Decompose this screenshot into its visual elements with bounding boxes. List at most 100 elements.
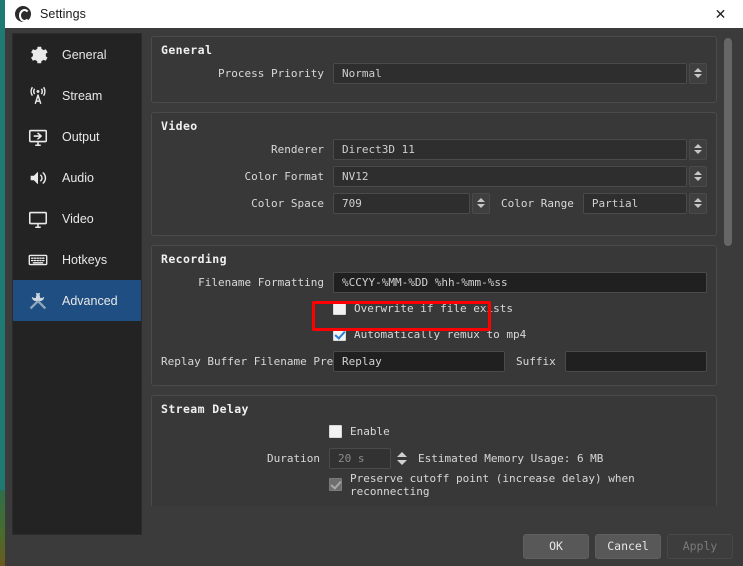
chevron-down-icon (694, 150, 702, 154)
renderer-value: Direct3D 11 (342, 142, 415, 156)
row-process-priority: Process Priority Normal (161, 62, 707, 84)
filename-formatting-label: Filename Formatting (198, 275, 324, 289)
stream-delay-enable-label: Enable (350, 425, 390, 438)
color-space-spinner[interactable] (472, 192, 490, 214)
sidebar-item-label: Video (62, 211, 94, 226)
suffix-label: Suffix (516, 354, 556, 368)
row-preserve-cutoff: Preserve cutoff point (increase delay) w… (161, 471, 707, 498)
sidebar-item-output[interactable]: Output (13, 116, 141, 157)
group-title: Video (161, 119, 198, 133)
estimated-memory-usage-text: Estimated Memory Usage: 6 MB (418, 451, 604, 465)
process-priority-spinner[interactable] (689, 62, 707, 84)
filename-formatting-value: %CCYY-%MM-%DD %hh-%mm-%ss (342, 275, 508, 289)
color-space-combo[interactable]: 709 (333, 192, 470, 214)
window-title: Settings (40, 7, 86, 21)
replay-prefix-input[interactable]: Replay (333, 350, 505, 372)
color-range-spinner[interactable] (689, 192, 707, 214)
sidebar-item-hotkeys[interactable]: Hotkeys (13, 239, 141, 280)
obs-logo-icon (15, 6, 31, 22)
overwrite-checkbox[interactable] (333, 302, 346, 315)
stream-delay-enable-checkbox[interactable] (329, 425, 342, 438)
row-color-format: Color Format NV12 (161, 165, 707, 187)
chevron-down-icon (694, 74, 702, 78)
row-renderer: Renderer Direct3D 11 (161, 138, 707, 160)
sidebar-item-audio[interactable]: Audio (13, 157, 141, 198)
suffix-input[interactable] (564, 350, 707, 372)
overwrite-label: Overwrite if file exists (354, 302, 513, 315)
gear-icon (24, 42, 52, 68)
row-duration: Duration 20 s Estimated Memory Usage: 6 … (161, 447, 707, 469)
settings-window: Settings ✕ General Stream Output Audio V… (0, 0, 743, 566)
row-auto-remux: Automatically remux to mp4 (161, 324, 707, 345)
sidebar-item-label: Audio (62, 170, 94, 185)
settings-sidebar: General Stream Output Audio Video Hotkey… (12, 33, 142, 535)
group-video: Video Renderer Direct3D 11 Color Format … (151, 112, 717, 236)
settings-scrollbar-thumb[interactable] (724, 38, 732, 246)
keyboard-icon (24, 247, 52, 273)
color-format-spinner[interactable] (689, 165, 707, 187)
monitor-arrow-icon (24, 124, 52, 150)
sidebar-item-general[interactable]: General (13, 34, 141, 75)
sidebar-item-advanced[interactable]: Advanced (13, 280, 141, 321)
chevron-up-icon (694, 68, 702, 72)
row-replay-prefix: Replay Buffer Filename Prefix Replay Suf… (161, 350, 707, 372)
group-title: General (161, 43, 213, 57)
color-range-combo[interactable]: Partial (582, 192, 687, 214)
renderer-combo[interactable]: Direct3D 11 (333, 138, 687, 160)
duration-value: 20 s (338, 451, 365, 465)
chevron-up-icon (694, 144, 702, 148)
chevron-up-icon (694, 171, 702, 175)
group-recording: Recording Filename Formatting %CCYY-%MM-… (151, 245, 717, 386)
chevron-down-icon (397, 459, 407, 465)
auto-remux-label: Automatically remux to mp4 (354, 328, 527, 341)
filename-formatting-input[interactable]: %CCYY-%MM-%DD %hh-%mm-%ss (333, 271, 707, 293)
preserve-cutoff-checkbox[interactable] (329, 478, 342, 491)
duration-input[interactable]: 20 s (329, 447, 391, 469)
group-stream-delay: Stream Delay Enable Duration 20 s Estima… (151, 395, 717, 506)
window-body: General Stream Output Audio Video Hotkey… (5, 28, 743, 566)
apply-button: Apply (667, 533, 733, 559)
preserve-cutoff-label: Preserve cutoff point (increase delay) w… (350, 471, 635, 498)
renderer-spinner[interactable] (689, 138, 707, 160)
sidebar-item-label: Output (62, 129, 100, 144)
group-general: General Process Priority Normal (151, 36, 717, 103)
title-bar: Settings ✕ (5, 0, 743, 28)
group-title: Recording (161, 252, 227, 266)
process-priority-combo[interactable]: Normal (333, 62, 687, 84)
color-space-label: Color Space (251, 196, 324, 210)
chevron-up-icon (477, 198, 485, 202)
group-title: Stream Delay (161, 402, 249, 416)
broadcast-icon (24, 83, 52, 109)
duration-label: Duration (267, 451, 320, 465)
sidebar-item-label: Stream (62, 88, 103, 103)
replay-prefix-value: Replay (342, 354, 382, 368)
chevron-down-icon (694, 204, 702, 208)
chevron-down-icon (477, 204, 485, 208)
sidebar-item-video[interactable]: Video (13, 198, 141, 239)
chevron-up-icon (397, 451, 407, 457)
replay-prefix-label: Replay Buffer Filename Prefix (161, 354, 354, 368)
chevron-up-icon (694, 198, 702, 202)
sidebar-item-label: Hotkeys (62, 252, 108, 267)
speaker-icon (24, 165, 52, 191)
settings-pane: General Process Priority Normal Video Re… (151, 36, 717, 506)
duration-spinner[interactable] (394, 447, 410, 469)
color-space-value: 709 (342, 196, 362, 210)
tools-icon (24, 288, 52, 314)
cancel-button[interactable]: Cancel (595, 533, 661, 559)
auto-remux-checkbox[interactable] (333, 328, 346, 341)
color-range-label: Color Range (501, 196, 574, 210)
color-format-label: Color Format (244, 169, 324, 183)
chevron-down-icon (694, 177, 702, 181)
close-icon[interactable]: ✕ (698, 0, 743, 28)
ok-button[interactable]: OK (523, 533, 589, 559)
renderer-label: Renderer (271, 142, 324, 156)
process-priority-label: Process Priority (218, 66, 324, 80)
sidebar-item-label: Advanced (62, 293, 118, 308)
row-delay-enable: Enable (161, 421, 707, 442)
color-format-combo[interactable]: NV12 (333, 165, 687, 187)
row-color-space: Color Space 709 Color Range Partial (161, 192, 707, 214)
row-filename-formatting: Filename Formatting %CCYY-%MM-%DD %hh-%m… (161, 271, 707, 293)
process-priority-value: Normal (342, 66, 382, 80)
sidebar-item-stream[interactable]: Stream (13, 75, 141, 116)
